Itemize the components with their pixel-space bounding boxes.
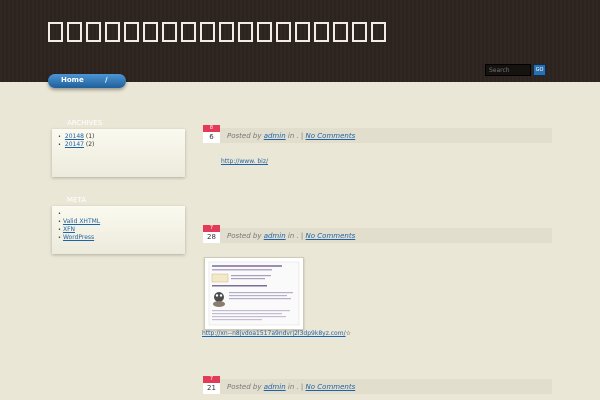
meta-item: XFN	[58, 226, 179, 234]
posted-in-label: in . |	[287, 232, 304, 240]
search-input[interactable]	[485, 64, 531, 76]
date-month: 7	[203, 376, 220, 383]
archive-link[interactable]: 20147	[65, 141, 84, 148]
nav-item-link[interactable]: /	[105, 76, 108, 84]
post-meta-bar: 7 21 Posted by admin in . | No Comments	[203, 376, 552, 396]
title-glyph	[181, 22, 196, 42]
date-badge: 7 28	[203, 225, 220, 245]
posted-by: Posted by admin in . | No Comments	[227, 132, 355, 140]
posted-by-label: Posted by	[227, 132, 262, 140]
title-glyph	[219, 22, 234, 42]
site-header: GO	[0, 0, 600, 82]
posted-by: Posted by admin in . | No Comments	[227, 232, 355, 240]
author-link[interactable]: admin	[264, 383, 286, 391]
archives-widget: ARCHIVES 20148 (1) 20147 (2)	[52, 118, 185, 177]
post-meta-bar: 7 28 Posted by admin in . | No Comments	[203, 225, 552, 245]
post-body-link[interactable]: http://xn--n8jvdoa1517a9ndvrj2l3dp9k8yz.…	[202, 330, 346, 337]
post-body-link[interactable]: http://www. biz/	[221, 158, 268, 165]
posted-by-label: Posted by	[227, 232, 262, 240]
title-glyph	[352, 22, 367, 42]
main-nav: Home /	[48, 74, 126, 88]
title-glyph	[124, 22, 139, 42]
search-button[interactable]: GO	[533, 64, 546, 76]
date-badge: 8 6	[203, 125, 220, 145]
comments-link[interactable]: No Comments	[306, 383, 356, 391]
meta-link-wordpress[interactable]: WordPress	[63, 234, 94, 241]
comments-link[interactable]: No Comments	[306, 132, 356, 140]
author-link[interactable]: admin	[264, 132, 286, 140]
meta-title: META	[67, 196, 86, 204]
date-month: 8	[203, 125, 220, 132]
meta-item: WordPress	[58, 234, 179, 242]
posted-by: Posted by admin in . | No Comments	[227, 383, 355, 391]
archive-link[interactable]: 20148	[65, 133, 84, 140]
date-day: 21	[203, 383, 220, 394]
meta-link-xhtml[interactable]: Valid XHTML	[63, 218, 100, 225]
title-glyph	[162, 22, 177, 42]
title-glyph	[238, 22, 253, 42]
post-meta-bar: 8 6 Posted by admin in . | No Comments	[203, 125, 552, 145]
title-glyph	[48, 22, 63, 42]
archive-count: (1)	[85, 133, 95, 140]
title-glyph	[105, 22, 120, 42]
archive-count: (2)	[85, 141, 95, 148]
nav-home-link[interactable]: Home	[61, 76, 84, 84]
search-form: GO	[485, 64, 546, 76]
post-thumbnail-image[interactable]	[204, 257, 304, 330]
meta-link-xfn[interactable]: XFN	[63, 226, 75, 233]
posted-by-label: Posted by	[227, 383, 262, 391]
post-body-text: http://xn--n8jvdoa1517a9ndvrj2l3dp9k8yz.…	[202, 330, 351, 337]
date-day: 6	[203, 132, 220, 143]
archives-title: ARCHIVES	[67, 119, 103, 127]
archives-body: 20148 (1) 20147 (2)	[52, 129, 185, 177]
archive-item: 20147 (2)	[58, 141, 179, 149]
thumbnail-graphic	[208, 261, 300, 326]
date-day: 28	[203, 232, 220, 243]
posted-in-label: in . |	[287, 132, 304, 140]
posted-in-label: in . |	[287, 383, 304, 391]
date-badge: 7 21	[203, 376, 220, 396]
post-link-suffix: ☆	[345, 330, 351, 337]
title-glyph	[333, 22, 348, 42]
archive-item: 20148 (1)	[58, 133, 179, 141]
date-month: 7	[203, 225, 220, 232]
title-glyph	[86, 22, 101, 42]
meta-body: Valid XHTML XFN WordPress	[52, 206, 185, 254]
title-glyph	[257, 22, 272, 42]
comments-link[interactable]: No Comments	[306, 232, 356, 240]
author-link[interactable]: admin	[264, 232, 286, 240]
title-glyph	[371, 22, 386, 42]
title-glyph	[200, 22, 215, 42]
site-title[interactable]	[48, 22, 386, 42]
title-glyph	[67, 22, 82, 42]
meta-item	[58, 210, 179, 218]
meta-widget: META Valid XHTML XFN WordPress	[52, 195, 185, 254]
title-glyph	[276, 22, 291, 42]
title-glyph	[314, 22, 329, 42]
title-glyph	[143, 22, 158, 42]
meta-item: Valid XHTML	[58, 218, 179, 226]
title-glyph	[295, 22, 310, 42]
